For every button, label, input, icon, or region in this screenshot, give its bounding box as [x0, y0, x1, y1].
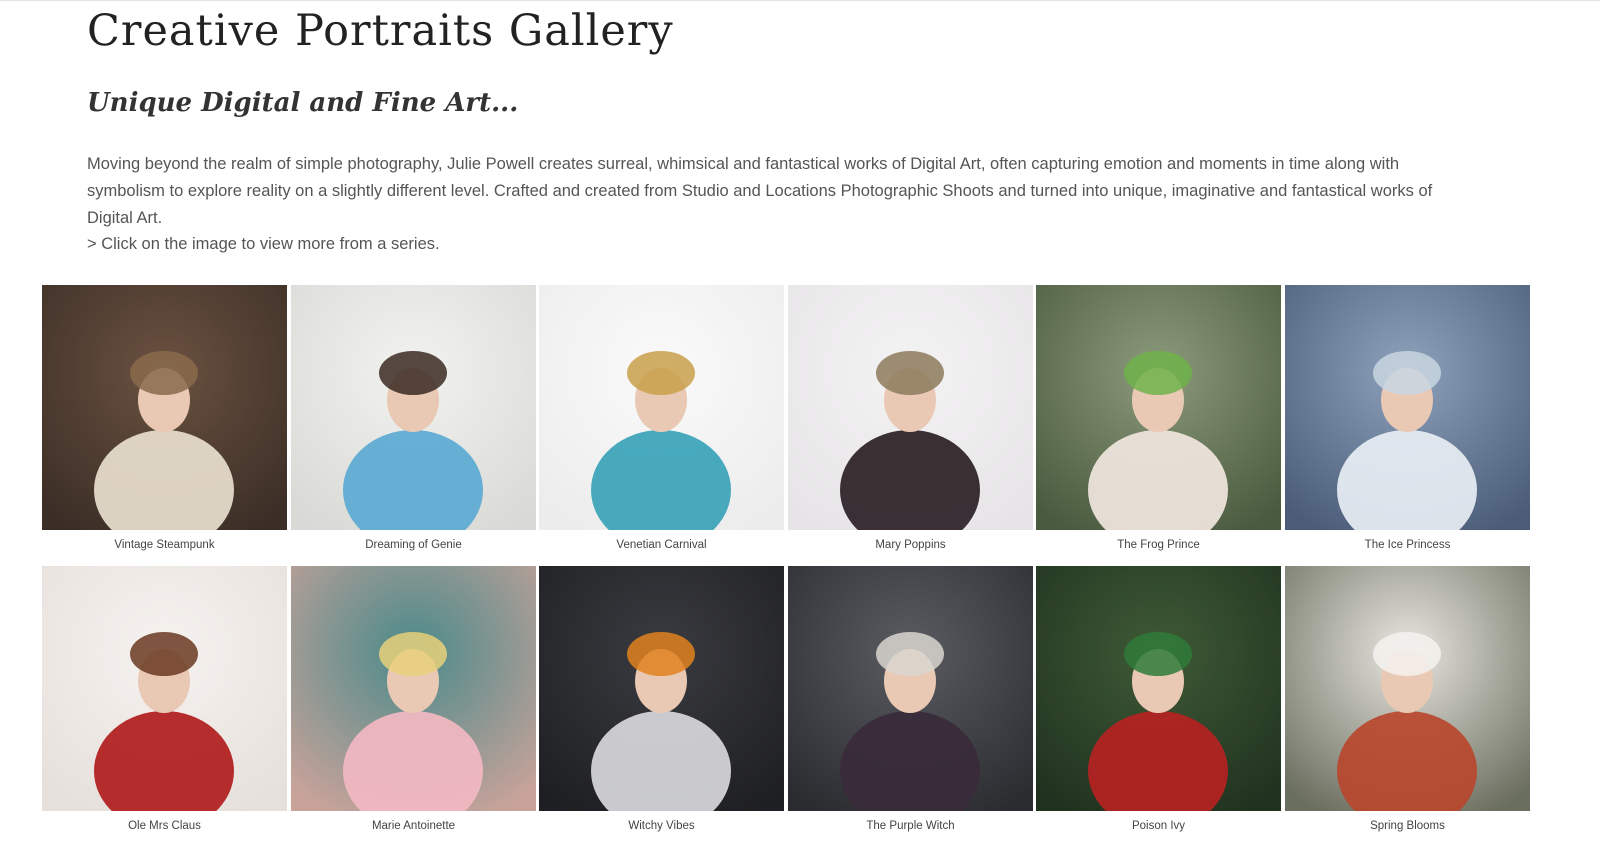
gallery-tile[interactable]: Mary Poppins — [788, 285, 1033, 565]
gallery-tile[interactable]: The Purple Witch — [788, 566, 1033, 846]
gallery-thumbnail[interactable] — [42, 285, 287, 530]
gallery-thumbnail[interactable] — [539, 566, 784, 811]
gallery-tile[interactable]: Dreaming of Genie — [291, 285, 536, 565]
gallery-thumbnail[interactable] — [788, 566, 1033, 811]
gallery-caption[interactable]: The Frog Prince — [1036, 539, 1281, 551]
gallery-caption[interactable]: Witchy Vibes — [539, 820, 784, 832]
gallery-caption[interactable]: Poison Ivy — [1036, 820, 1281, 832]
gallery-thumbnail[interactable] — [1036, 566, 1281, 811]
gallery-tile[interactable]: The Frog Prince — [1036, 285, 1281, 565]
gallery-tile[interactable]: Ole Mrs Claus — [42, 566, 287, 846]
gallery-thumbnail[interactable] — [1036, 285, 1281, 530]
gallery-caption[interactable]: Mary Poppins — [788, 539, 1033, 551]
gallery-caption[interactable]: Marie Antoinette — [291, 820, 536, 832]
gallery-caption[interactable]: The Purple Witch — [788, 820, 1033, 832]
page-title: Creative Portraits Gallery — [87, 6, 674, 56]
gallery-tile[interactable]: Vintage Steampunk — [42, 285, 287, 565]
gallery-thumbnail[interactable] — [42, 566, 287, 811]
gallery-caption[interactable]: Venetian Carnival — [539, 539, 784, 551]
gallery-thumbnail[interactable] — [291, 285, 536, 530]
gallery-caption[interactable]: Ole Mrs Claus — [42, 820, 287, 832]
gallery-thumbnail[interactable] — [539, 285, 784, 530]
gallery-caption[interactable]: The Ice Princess — [1285, 539, 1530, 551]
click-hint: > Click on the image to view more from a… — [87, 235, 440, 253]
gallery-tile[interactable]: Poison Ivy — [1036, 566, 1281, 846]
gallery-tile[interactable]: Venetian Carnival — [539, 285, 784, 565]
gallery-tile[interactable]: The Ice Princess — [1285, 285, 1530, 565]
gallery-thumbnail[interactable] — [1285, 285, 1530, 530]
gallery-caption[interactable]: Dreaming of Genie — [291, 539, 536, 551]
intro-paragraph: Moving beyond the realm of simple photog… — [87, 155, 1433, 227]
gallery-caption[interactable]: Spring Blooms — [1285, 820, 1530, 832]
gallery-caption[interactable]: Vintage Steampunk — [42, 539, 287, 551]
gallery-tile[interactable]: Spring Blooms — [1285, 566, 1530, 846]
gallery-tile[interactable]: Marie Antoinette — [291, 566, 536, 846]
page-subtitle: Unique Digital and Fine Art... — [87, 88, 519, 118]
top-divider — [0, 0, 1600, 1]
gallery-tile[interactable]: Witchy Vibes — [539, 566, 784, 846]
gallery-thumbnail[interactable] — [1285, 566, 1530, 811]
gallery-thumbnail[interactable] — [788, 285, 1033, 530]
gallery-thumbnail[interactable] — [291, 566, 536, 811]
